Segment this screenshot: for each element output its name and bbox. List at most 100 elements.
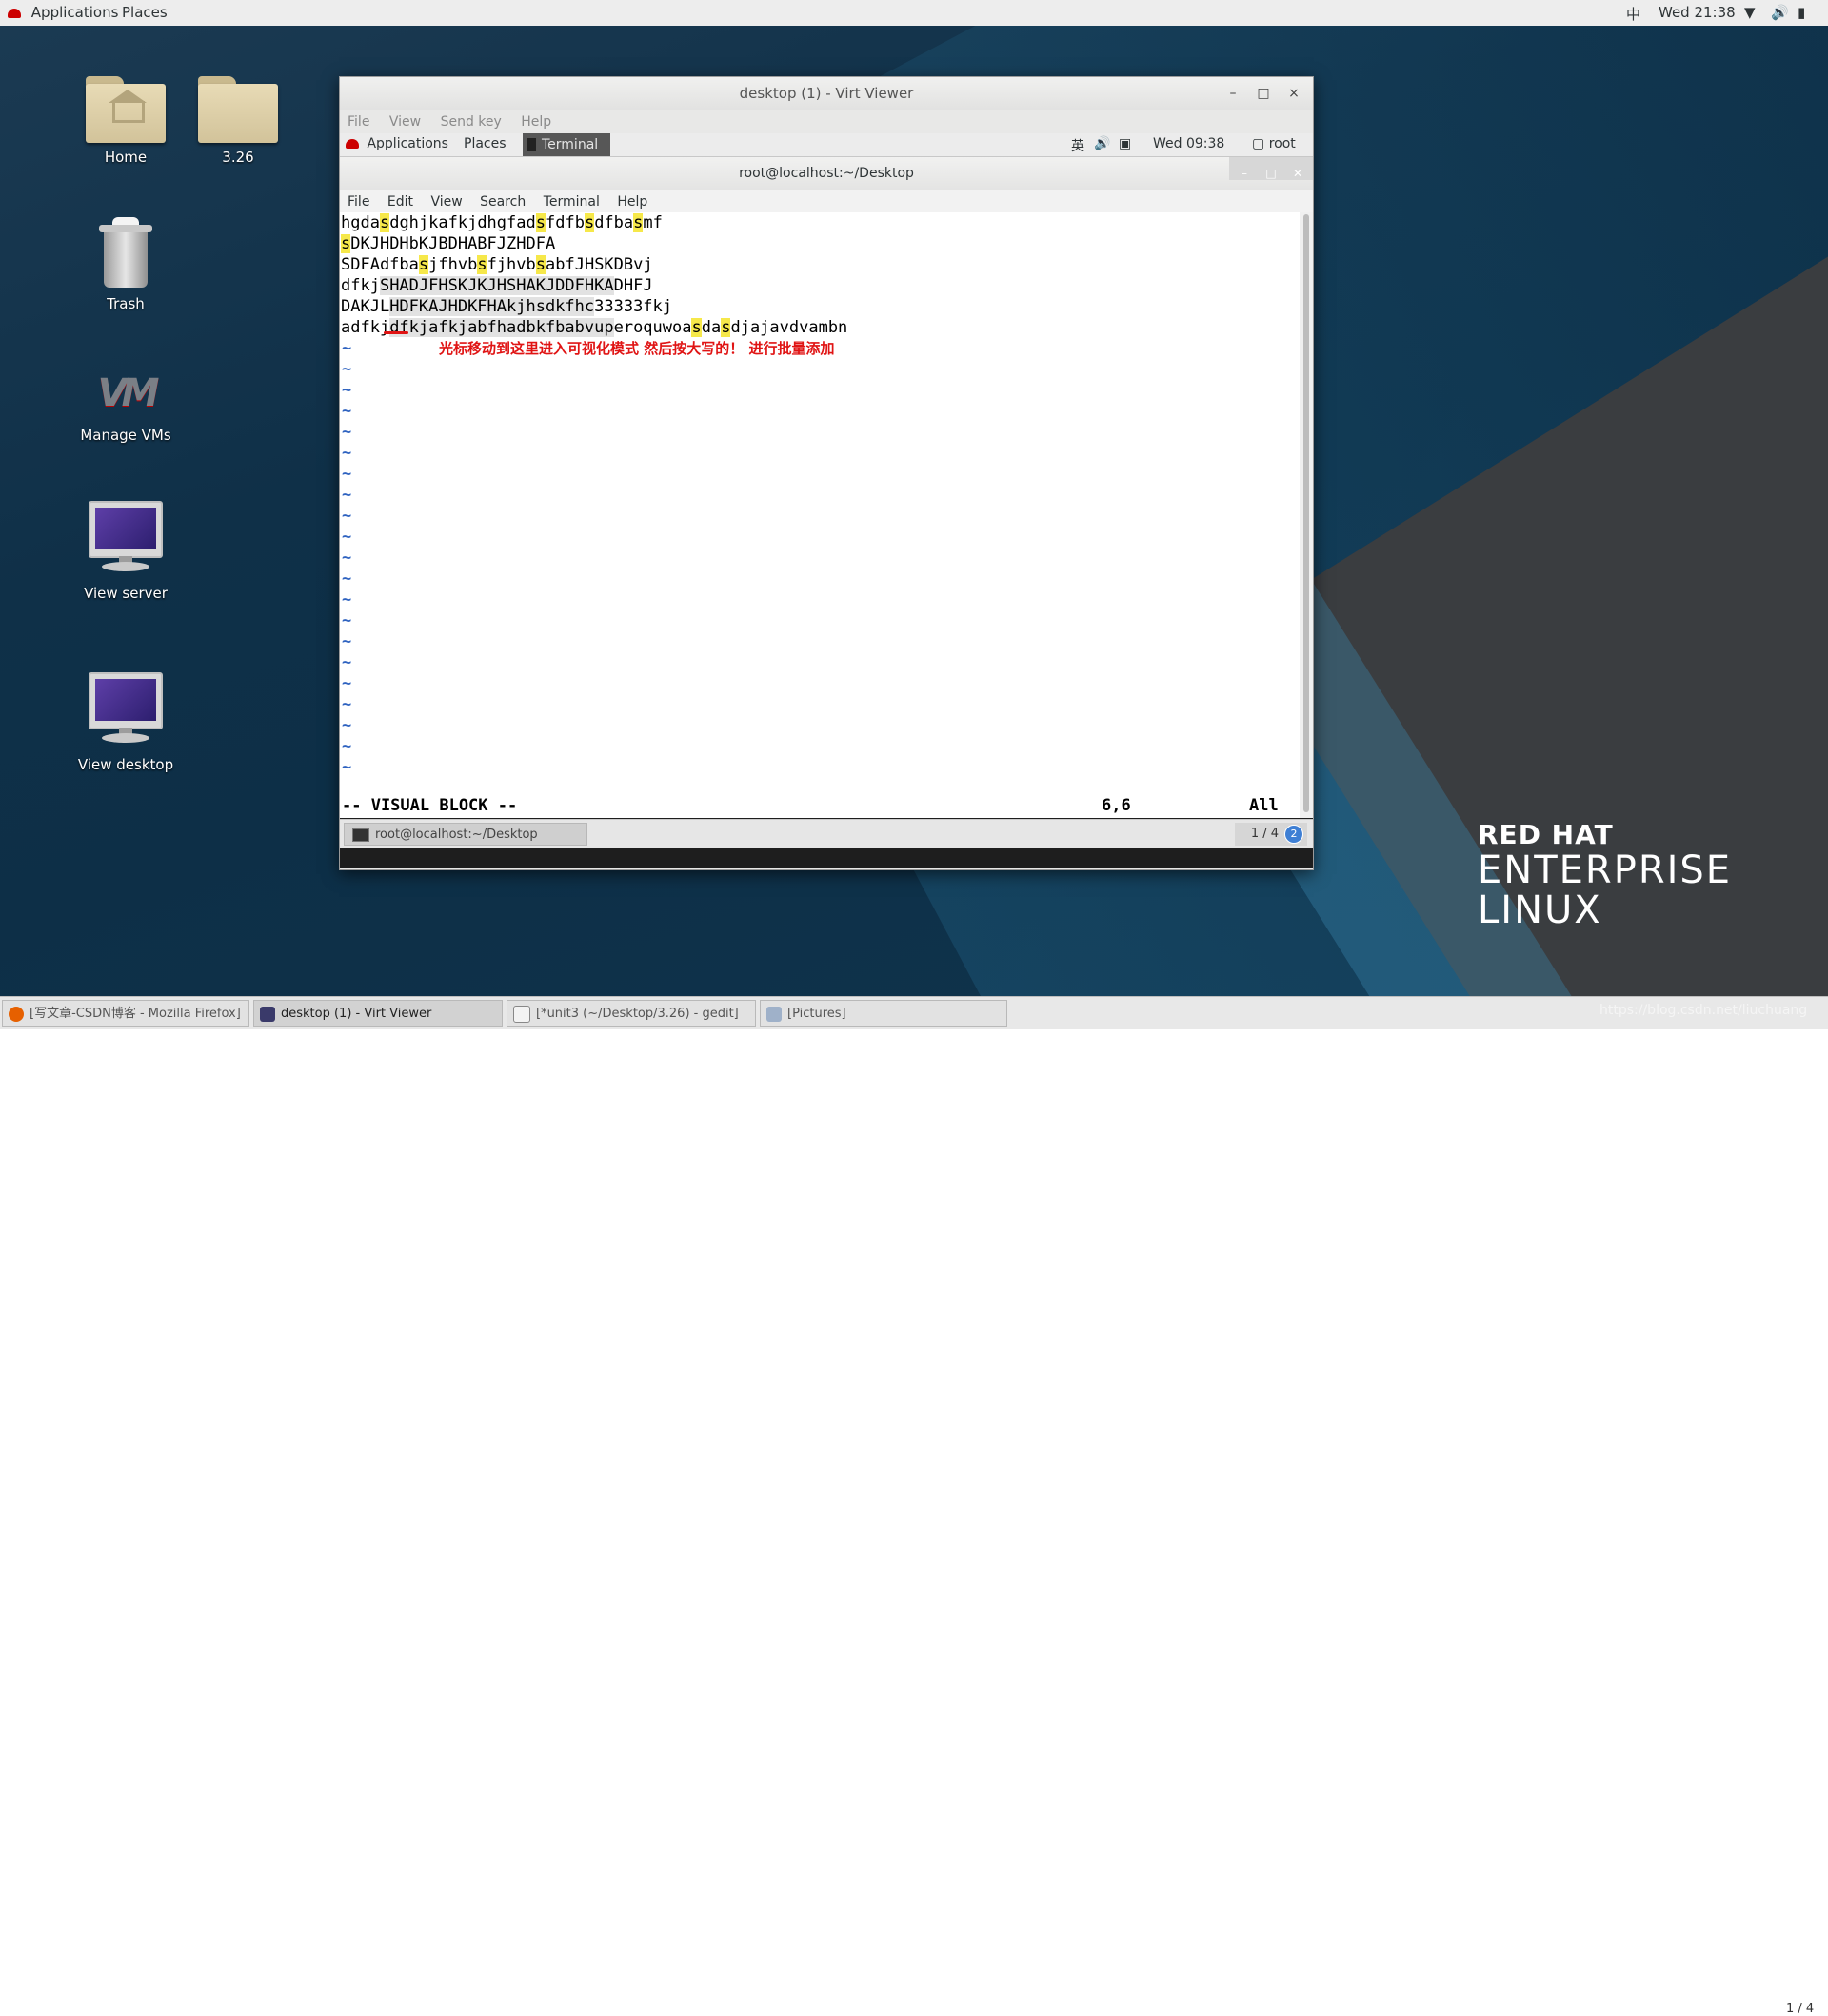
menu-send-key[interactable]: Send key (441, 114, 502, 130)
home-label: Home (104, 149, 148, 166)
taskbar-firefox[interactable]: [写文章-CSDN博客 - Mozilla Firefox] (2, 1000, 249, 1027)
terminal-menu-search[interactable]: Search (480, 194, 526, 210)
vim-tilde: ~ (342, 381, 352, 400)
redhat-icon (8, 8, 21, 18)
vim-tilde: ~ (342, 423, 352, 442)
desktop-icon-manage-vms[interactable]: VM Manage VMs (69, 362, 183, 444)
guest-task-terminal[interactable]: root@localhost:~/Desktop (344, 823, 587, 846)
guest-terminal-tab[interactable]: Terminal (523, 133, 610, 156)
text-editor-icon (513, 1005, 530, 1023)
wifi-icon[interactable]: ▼ (1744, 4, 1756, 21)
terminal-icon (527, 138, 536, 151)
guest-input-method[interactable]: 英 (1071, 136, 1084, 155)
guest-bottom-bar: root@localhost:~/Desktop 1 / 4 2 (340, 819, 1313, 848)
guest-display[interactable]: Applications Places Terminal 英 🔊 ▣ Wed 0… (340, 133, 1313, 868)
guest-workspace-switcher[interactable]: 1 / 4 2 (1235, 823, 1307, 846)
terminal-text-area[interactable]: hgdasdghjkafkjdhgfadsfdfbsdfbasmf sDKJHDH… (340, 212, 1300, 818)
line-text: fdfb (545, 213, 585, 232)
guest-user-menu[interactable]: ▢ root (1252, 136, 1296, 151)
vim-tilde: ~ (342, 716, 352, 735)
vim-tilde: ~ (342, 632, 352, 651)
taskbar-virt-viewer-label: desktop (1) - Virt Viewer (281, 1007, 432, 1021)
menu-file[interactable]: File (348, 114, 369, 130)
taskbar-gedit[interactable]: [*unit3 (~/Desktop/3.26) - gedit] (507, 1000, 756, 1027)
terminal-titlebar[interactable]: root@localhost:~/Desktop – □ ✕ (340, 157, 1313, 190)
vim-mode: -- VISUAL BLOCK -- (342, 796, 518, 815)
terminal-menu-file[interactable]: File (348, 194, 369, 210)
volume-icon[interactable]: 🔊 (1771, 4, 1789, 21)
terminal-window: root@localhost:~/Desktop – □ ✕ File Edit V… (340, 157, 1313, 818)
clock[interactable]: Wed 21:38 (1659, 4, 1736, 21)
manage-vms-label: Manage VMs (80, 427, 171, 444)
line-text: SDFAdfba (341, 255, 419, 274)
guest-applications-menu[interactable]: Applications (346, 136, 448, 151)
search-highlight: s (721, 318, 731, 337)
vim-tilde: ~ (342, 653, 352, 672)
vim-buffer-lines: hgdasdghjkafkjdhgfadsfdfbsdfbasmf sDKJHDH… (340, 212, 1300, 338)
monitor-icon (89, 672, 163, 749)
notification-badge[interactable]: 2 (1284, 824, 1303, 844)
line-text: dfkj (341, 276, 380, 295)
vm-logo-icon: VM (97, 371, 160, 415)
visual-selection: HDFKAJHDKFHAkjhsdkfhc (389, 297, 595, 316)
terminal-maximize-button[interactable]: □ (1258, 162, 1284, 185)
taskbar-gedit-label: [*unit3 (~/Desktop/3.26) - gedit] (536, 1007, 739, 1021)
minimize-button[interactable]: – (1220, 77, 1246, 110)
vim-line: hgdasdghjkafkjdhgfadsfdfbsdfbasmf (340, 212, 1300, 233)
terminal-close-button[interactable]: ✕ (1284, 162, 1311, 185)
maximize-button[interactable]: □ (1250, 77, 1277, 110)
line-text: adfkj (341, 318, 390, 337)
menu-help[interactable]: Help (521, 114, 551, 130)
guest-applications-label: Applications (367, 136, 448, 151)
taskbar-pictures[interactable]: [Pictures] (760, 1000, 1007, 1027)
file-manager-icon (766, 1006, 782, 1022)
terminal-menu-help[interactable]: Help (617, 194, 647, 210)
battery-icon[interactable]: ▮ (1798, 4, 1805, 21)
vim-status-line: -- VISUAL BLOCK -- 6,6 All (340, 794, 1300, 817)
guest-clock[interactable]: Wed 09:38 (1153, 136, 1224, 151)
desktop-icon-view-server[interactable]: View server (69, 501, 183, 602)
cursor-position: 6,6 (1102, 796, 1131, 815)
cursor-underline-annotation (384, 331, 408, 334)
brand-line1: RED HAT (1478, 819, 1614, 850)
applications-menu[interactable]: Applications (8, 4, 118, 21)
taskbar-virt-viewer[interactable]: desktop (1) - Virt Viewer (253, 1000, 503, 1027)
trash-icon (99, 217, 152, 288)
search-highlight: s (477, 255, 487, 274)
taskbar-firefox-label: [写文章-CSDN博客 - Mozilla Firefox] (30, 1007, 241, 1021)
vim-tilde: ~ (342, 528, 352, 547)
terminal-scrollbar[interactable] (1300, 212, 1313, 818)
places-menu[interactable]: Places (122, 4, 168, 21)
vim-tilde: ~ (342, 737, 352, 756)
desktop-icon-trash[interactable]: Trash (69, 217, 183, 312)
desktop-icon-view-desktop[interactable]: View desktop (69, 672, 183, 773)
user-icon: ▢ (1252, 136, 1265, 151)
menu-view[interactable]: View (389, 114, 421, 130)
terminal-menu-view[interactable]: View (430, 194, 462, 210)
line-text: DHFJ (613, 276, 653, 295)
guest-network-icon[interactable]: ▣ (1119, 136, 1131, 151)
workspace-pager[interactable]: 1 / 4 (1786, 2002, 1814, 2016)
virt-viewer-titlebar[interactable]: desktop (1) - Virt Viewer – □ × (340, 77, 1313, 110)
line-text: DKJHDHbKJBDHABFJZHDFA (350, 234, 556, 253)
line-text: fjhvb (487, 255, 536, 274)
desktop-icon-home[interactable]: Home (69, 72, 183, 166)
line-text: jfhvb (428, 255, 478, 274)
terminal-minimize-button[interactable]: – (1231, 162, 1258, 185)
vim-tilde: ~ (342, 674, 352, 693)
search-highlight: s (379, 213, 390, 232)
vim-tilde: ~ (342, 486, 352, 505)
terminal-menu-terminal[interactable]: Terminal (544, 194, 600, 210)
guest-volume-icon[interactable]: 🔊 (1094, 136, 1110, 151)
close-button[interactable]: × (1281, 77, 1307, 110)
line-text: dfba (594, 213, 634, 232)
host-top-bar: Applications Places 中 Wed 21:38 ▼ 🔊 ▮ (0, 0, 1828, 27)
input-method-indicator[interactable]: 中 (1626, 4, 1640, 24)
guest-places-menu[interactable]: Places (464, 136, 507, 151)
terminal-tab-label: Terminal (542, 137, 599, 152)
terminal-menu-edit[interactable]: Edit (387, 194, 413, 210)
vim-tilde: ~ (342, 402, 352, 421)
line-text: 33333fkj (594, 297, 673, 316)
search-highlight: s (633, 213, 644, 232)
desktop-icon-folder-3-26[interactable]: 3.26 (181, 72, 295, 166)
